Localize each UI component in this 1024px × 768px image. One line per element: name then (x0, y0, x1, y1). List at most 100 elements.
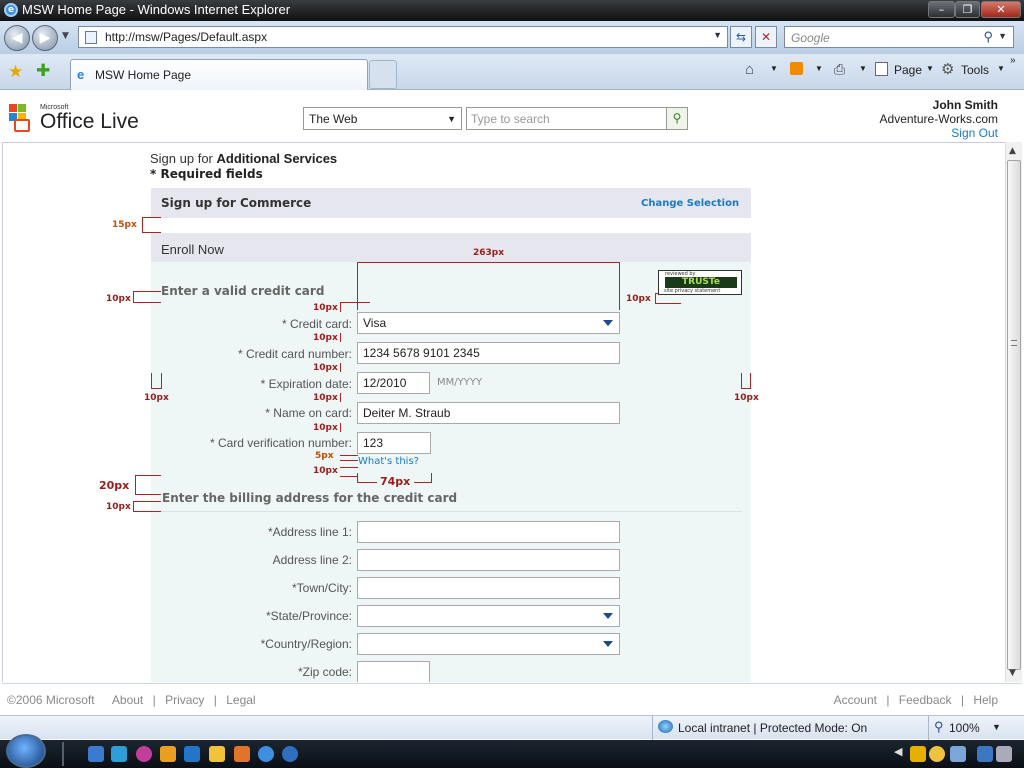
redline (340, 302, 370, 303)
name-on-card-field[interactable]: Deiter M. Straub (357, 402, 620, 424)
stop-icon[interactable]: ✕ (755, 26, 777, 48)
page-menu[interactable]: Page (894, 63, 922, 77)
address1-label: *Address line 1: (267, 525, 352, 539)
privacy-link[interactable]: Privacy (165, 693, 204, 707)
tray-messenger-icon[interactable] (929, 746, 945, 762)
search-icon: ⚲ (672, 111, 682, 125)
add-favorites-icon[interactable]: ✚ (36, 61, 50, 81)
media-player-icon[interactable] (184, 746, 200, 762)
town-field[interactable] (357, 577, 620, 599)
tab-msw-home[interactable]: e MSW Home Page (70, 59, 368, 90)
chevron-down-icon (603, 320, 613, 326)
maximize-button[interactable]: ❐ (955, 1, 980, 18)
state-label: *State/Province: (265, 609, 352, 623)
cvn-field[interactable]: 123 (357, 432, 431, 454)
tools-menu[interactable]: Tools (961, 63, 989, 77)
url-dropdown-icon[interactable]: ▼ (713, 30, 722, 40)
search-options-icon[interactable]: ▼ (998, 31, 1007, 41)
forward-button[interactable]: ▶ (32, 25, 58, 51)
volume-icon[interactable] (996, 746, 1012, 762)
annotation-10px: 10px (106, 294, 131, 304)
redline (741, 388, 751, 389)
state-select[interactable] (357, 605, 620, 627)
scroll-down-icon[interactable]: ▼ (1009, 668, 1016, 678)
print-icon[interactable]: ⎙ (834, 61, 845, 78)
zoom-dropdown-icon[interactable]: ▼ (992, 722, 1001, 732)
country-select[interactable] (357, 633, 620, 655)
zone-status[interactable]: Local intranet | Protected Mode: On (678, 721, 867, 735)
feeds-dropdown-icon[interactable]: ▼ (815, 64, 823, 73)
account-link[interactable]: Account (834, 693, 877, 707)
folder-icon[interactable] (209, 746, 225, 762)
page-dropdown-icon[interactable]: ▼ (926, 64, 934, 73)
tray-display-icon[interactable] (977, 746, 993, 762)
chevron-more-icon[interactable]: » (1010, 55, 1016, 66)
card-number-field[interactable]: 1234 5678 9101 2345 (357, 342, 620, 364)
tray-network-icon[interactable] (950, 746, 966, 762)
page-menu-icon (875, 62, 888, 76)
switch-windows-icon[interactable] (111, 746, 127, 762)
gear-icon: ⚙ (941, 61, 955, 78)
search-scope-select[interactable]: The Web ▼ (303, 107, 462, 130)
ie-logo-icon: e (4, 3, 18, 17)
whats-this-link[interactable]: What's this? (358, 456, 419, 467)
site-search-placeholder: Type to search (471, 112, 550, 126)
browser-search-placeholder: Google (791, 31, 830, 45)
messenger-icon[interactable] (160, 746, 176, 762)
redline (340, 455, 358, 456)
page-title: Sign up for Additional Services (150, 151, 337, 166)
browser-search-input[interactable]: Google ⚲ ▼ (784, 26, 1014, 48)
change-selection-link[interactable]: Change Selection (641, 198, 739, 209)
zip-label: *Zip code: (297, 665, 352, 679)
close-button[interactable]: ✕ (981, 1, 1021, 18)
redline (340, 460, 358, 461)
start-button[interactable] (6, 734, 46, 768)
ie-tab-icon: e (77, 67, 85, 82)
scroll-thumb[interactable] (1007, 160, 1021, 670)
zip-field[interactable] (357, 661, 430, 682)
tools-dropdown-icon[interactable]: ▼ (997, 64, 1005, 73)
credit-card-select[interactable]: Visa (357, 312, 620, 334)
address-field[interactable]: http://msw/Pages/Default.aspx ▼ (78, 26, 728, 48)
mail-icon[interactable] (234, 746, 250, 762)
print-dropdown-icon[interactable]: ▼ (859, 64, 867, 73)
search-icon[interactable]: ⚲ (983, 29, 993, 45)
user-name: John Smith (932, 98, 998, 112)
sync-icon[interactable] (282, 746, 298, 762)
new-tab-button[interactable] (369, 60, 397, 89)
legal-link[interactable]: Legal (226, 693, 255, 707)
expiration-field[interactable]: 12/2010 (357, 372, 430, 394)
ie-icon[interactable] (258, 746, 274, 762)
truste-badge[interactable]: reviewed by TRUSTe site privacy statemen… (658, 270, 742, 295)
annotation-263px: 263px (473, 248, 505, 258)
logo-office-live[interactable]: Office Live (40, 110, 139, 134)
show-desktop-icon[interactable] (88, 746, 104, 762)
annotation-10px: 10px (313, 363, 338, 373)
history-dropdown-icon[interactable]: ▼ (62, 31, 69, 41)
paint-icon[interactable] (136, 746, 152, 762)
enroll-band (151, 233, 751, 263)
zoom-level[interactable]: 100% (949, 721, 980, 735)
home-icon[interactable]: ⌂ (745, 61, 754, 78)
refresh-icon[interactable]: ⇆ (730, 26, 752, 48)
address1-field[interactable] (357, 521, 620, 543)
vertical-scrollbar[interactable]: ▲ ▼ (1005, 142, 1022, 682)
address2-field[interactable] (357, 549, 620, 571)
tray-mail-icon[interactable] (910, 746, 926, 762)
feeds-icon[interactable] (790, 62, 803, 75)
sign-out-link[interactable]: Sign Out (880, 126, 998, 140)
tray-expand-icon[interactable]: ◀ (894, 745, 902, 758)
home-dropdown-icon[interactable]: ▼ (770, 64, 778, 73)
help-link[interactable]: Help (973, 693, 998, 707)
about-link[interactable]: About (112, 693, 143, 707)
back-button[interactable]: ◀ (4, 25, 30, 51)
site-search-input[interactable]: Type to search (466, 107, 667, 130)
redline (151, 373, 152, 389)
office-logo-icon (6, 102, 36, 132)
search-go-button[interactable]: ⚲ (666, 107, 688, 130)
tab-label: MSW Home Page (95, 68, 192, 82)
feedback-link[interactable]: Feedback (899, 693, 952, 707)
scroll-up-icon[interactable]: ▲ (1009, 146, 1016, 156)
minimize-button[interactable]: – (928, 1, 955, 18)
favorites-star-icon[interactable]: ★ (8, 62, 23, 82)
